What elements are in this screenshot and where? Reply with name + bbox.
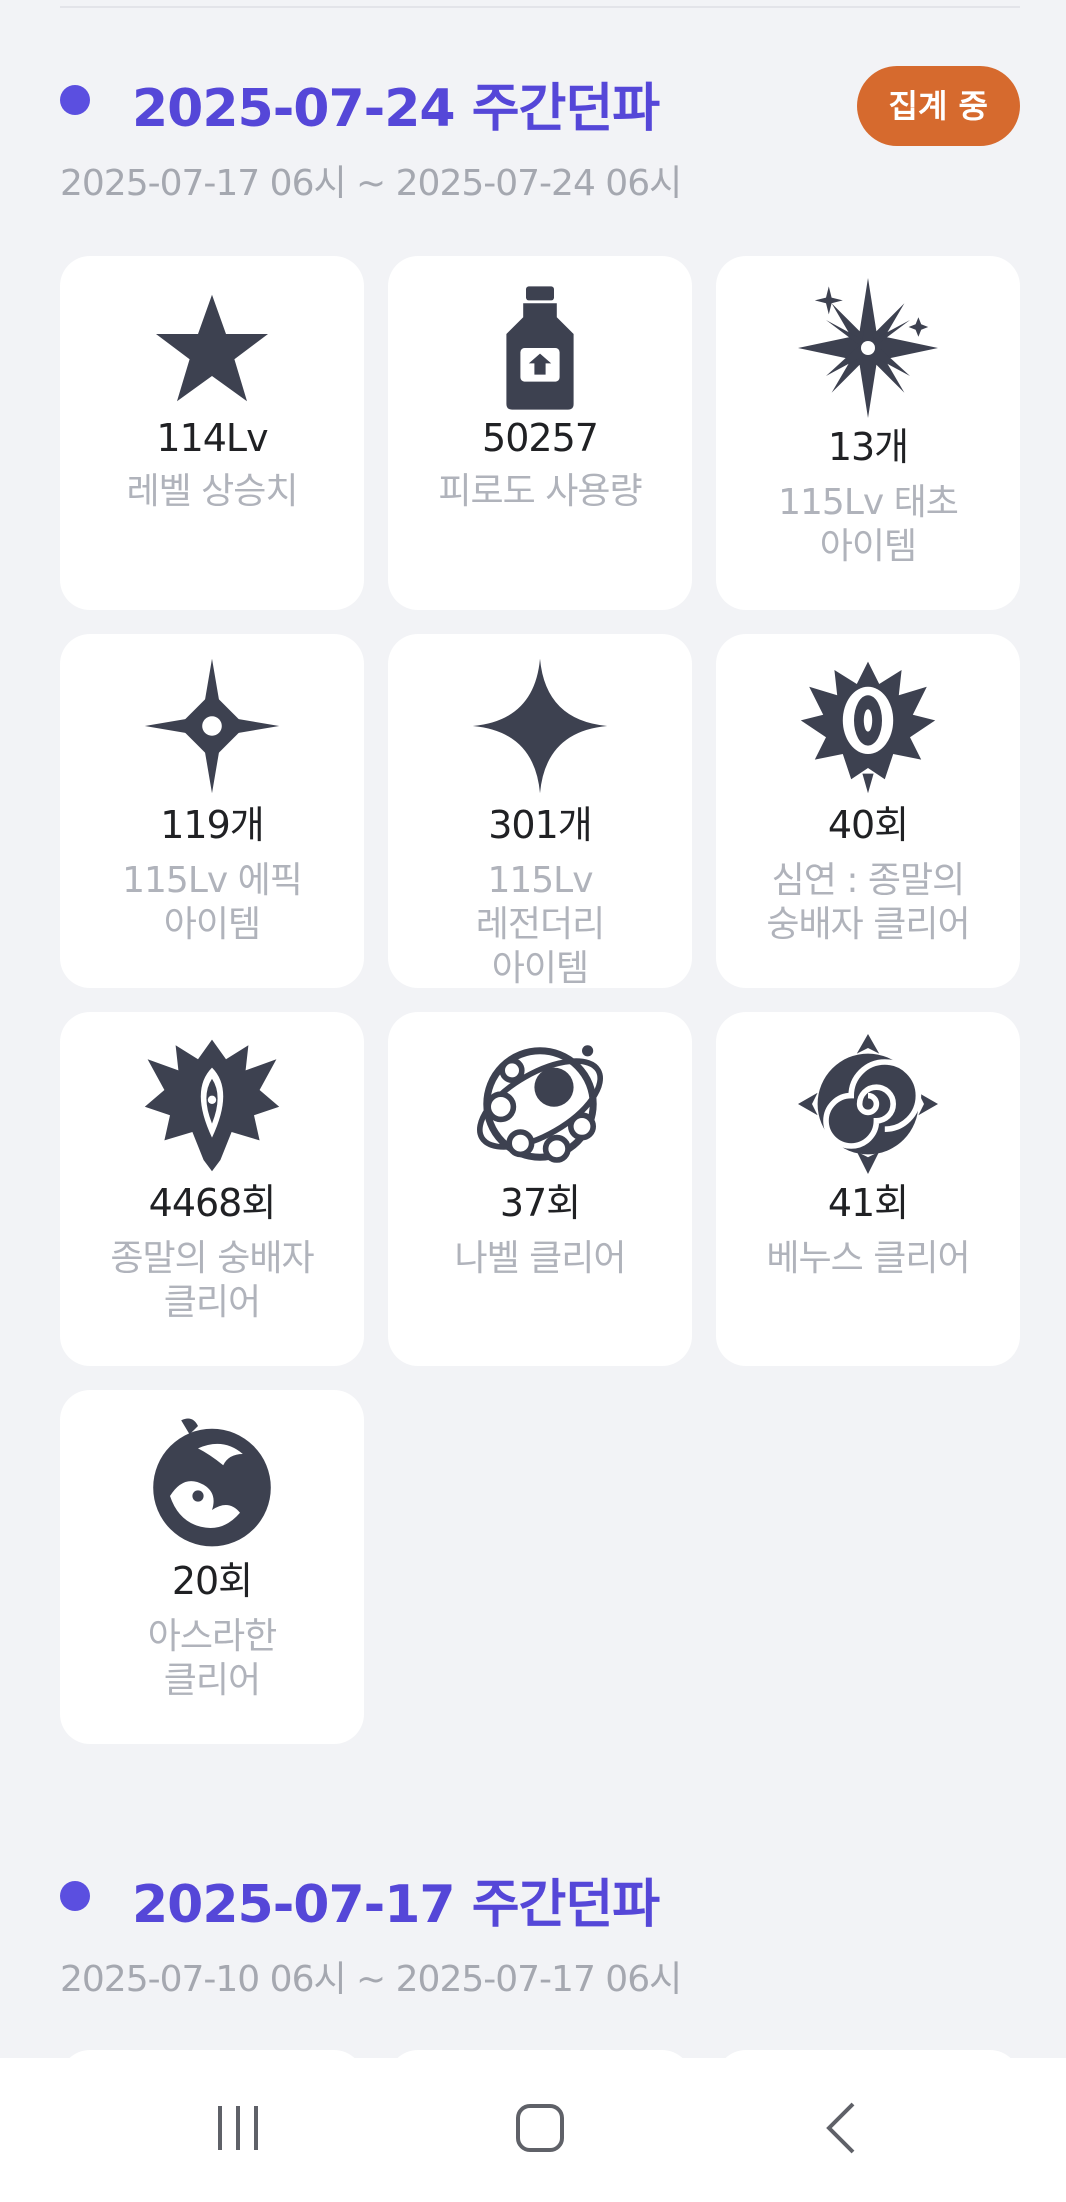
asrahan-wave-icon [142, 1412, 282, 1552]
divider [60, 0, 1020, 8]
stat-label: 아스라한 클리어 [147, 1616, 277, 1701]
week-header-previous: 2025-07-17 주간던파 2025-07-10 06시 ~ 2025-07… [60, 1862, 1020, 2002]
cult-crest-icon [142, 1034, 282, 1174]
stat-card-venus[interactable]: 41회 베누스 클리어 [716, 1012, 1020, 1366]
stat-card-cult[interactable]: 4468회 종말의 숭배자 클리어 [60, 1012, 364, 1366]
stat-card-nabel[interactable]: 37회 나벨 클리어 [388, 1012, 692, 1366]
star-icon [142, 278, 282, 418]
sparkle-icon [142, 656, 282, 796]
stat-card-legendary[interactable]: 301개 115Lv 레전더리 아이템 [388, 634, 692, 989]
stat-card-primal[interactable]: 13개 115Lv 태초 아이템 [716, 256, 1020, 610]
stat-label: 피로도 사용량 [438, 471, 642, 512]
stat-value: 50257 [482, 416, 599, 460]
stat-label: 115Lv 레전더리 아이템 [475, 860, 605, 989]
stat-value: 301개 [488, 803, 592, 847]
stat-value: 41회 [827, 1181, 909, 1225]
recent-apps-icon [218, 2106, 258, 2150]
potion-bottle-icon [470, 278, 610, 418]
home-button[interactable] [485, 2078, 595, 2178]
bullet-dot [60, 85, 90, 115]
stat-label: 115Lv 태초 아이템 [778, 482, 959, 567]
four-point-star-icon [470, 656, 610, 796]
stat-label: 종말의 숭배자 클리어 [110, 1238, 314, 1323]
venus-rose-icon [798, 1034, 938, 1174]
stat-label: 115Lv 에픽 아이템 [122, 860, 303, 945]
home-icon [516, 2104, 564, 2152]
stat-value: 40회 [827, 803, 909, 847]
week-title: 2025-07-24 주간던파 [132, 79, 660, 139]
week-title: 2025-07-17 주간던파 [132, 1875, 660, 1935]
stat-card-fatigue[interactable]: 50257 피로도 사용량 [388, 256, 692, 610]
recent-apps-button[interactable] [183, 2078, 293, 2178]
status-badge: 집계 중 [856, 66, 1020, 146]
stat-label: 나벨 클리어 [454, 1238, 626, 1279]
stat-value: 4468회 [148, 1181, 277, 1225]
stat-value: 114Lv [156, 416, 268, 460]
stat-value: 20회 [171, 1559, 253, 1603]
week-header-current: 2025-07-24 주간던파 집계 중 2025-07-17 06시 ~ 20… [60, 66, 1020, 206]
stat-card-epic[interactable]: 119개 115Lv 에픽 아이템 [60, 634, 364, 988]
stat-label: 심연 : 종말의 숭배자 클리어 [766, 860, 970, 945]
week-range: 2025-07-10 06시 ~ 2025-07-17 06시 [60, 1959, 682, 2000]
stat-label: 베누스 클리어 [766, 1238, 970, 1279]
stat-card-level[interactable]: 114Lv 레벨 상승치 [60, 256, 364, 610]
back-icon [826, 2102, 855, 2154]
week-range: 2025-07-17 06시 ~ 2025-07-24 06시 [60, 163, 682, 204]
stat-card-abyss[interactable]: 40회 심연 : 종말의 숭배자 클리어 [716, 634, 1020, 988]
abyss-crest-icon [798, 656, 938, 796]
stat-value: 37회 [499, 1181, 581, 1225]
bullet-dot [60, 1881, 90, 1911]
stat-value: 13개 [827, 425, 909, 469]
burst-star-icon [798, 278, 938, 418]
navigation-bar [0, 2058, 1066, 2202]
stat-value: 119개 [160, 803, 264, 847]
nabel-orb-icon [470, 1034, 610, 1174]
stat-label: 레벨 상승치 [126, 471, 298, 512]
back-button[interactable] [788, 2078, 898, 2178]
stat-card-asrahan[interactable]: 20회 아스라한 클리어 [60, 1390, 364, 1744]
